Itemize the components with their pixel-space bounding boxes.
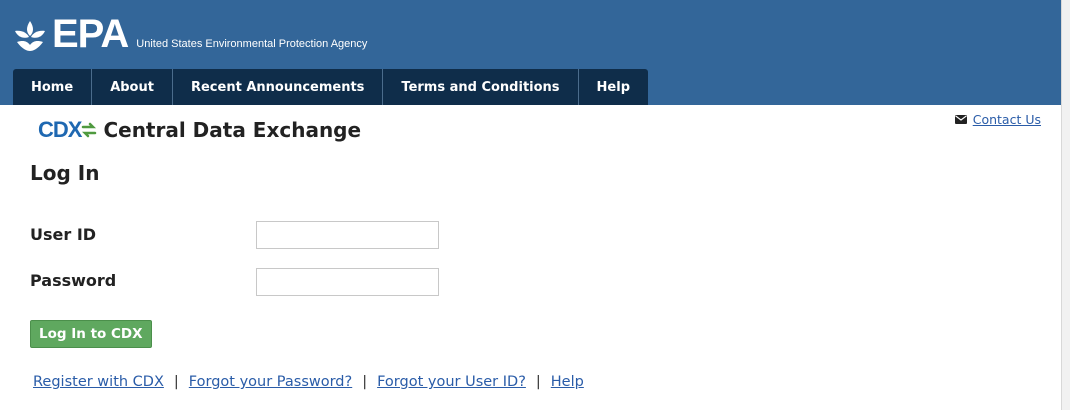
site-header: EPA United States Environmental Protecti…	[0, 0, 1061, 105]
envelope-icon	[954, 115, 967, 124]
nav-item-recent-announcements[interactable]: Recent Announcements	[173, 69, 384, 105]
help-links: Register with CDX | Forgot your Password…	[33, 374, 584, 390]
user-id-label: User ID	[30, 225, 97, 244]
cdx-branding: CDX Central Data Exchange	[38, 117, 362, 143]
epa-logo-text: EPA	[52, 12, 129, 56]
password-input[interactable]	[256, 268, 439, 296]
link-separator: |	[173, 374, 179, 390]
register-link[interactable]: Register with CDX	[33, 374, 164, 390]
nav-item-home[interactable]: Home	[13, 69, 93, 105]
cdx-logo-mark: CDX	[38, 117, 82, 142]
link-separator: |	[535, 374, 541, 390]
login-button[interactable]: Log In to CDX	[30, 320, 152, 348]
nav-item-terms-and-conditions[interactable]: Terms and Conditions	[383, 69, 579, 105]
epa-flower-icon	[15, 21, 45, 51]
page-frame: EPA United States Environmental Protecti…	[0, 0, 1062, 410]
main-nav: Home About Recent Announcements Terms an…	[13, 69, 649, 105]
contact-us-link[interactable]: Contact Us	[973, 112, 1041, 127]
nav-item-help[interactable]: Help	[579, 69, 648, 105]
forgot-user-id-link[interactable]: Forgot your User ID?	[377, 374, 526, 390]
nav-item-about[interactable]: About	[92, 69, 173, 105]
agency-name: United States Environmental Protection A…	[136, 38, 368, 50]
forgot-password-link[interactable]: Forgot your Password?	[189, 374, 352, 390]
cdx-arrows-icon	[82, 122, 97, 138]
user-id-input[interactable]	[256, 221, 439, 249]
help-link[interactable]: Help	[551, 374, 584, 390]
password-label: Password	[30, 271, 117, 290]
app-title: Central Data Exchange	[103, 118, 362, 142]
login-heading: Log In	[30, 161, 100, 185]
link-separator: |	[362, 374, 368, 390]
epa-logo[interactable]: EPA United States Environmental Protecti…	[12, 8, 367, 54]
contact-us: Contact Us	[954, 112, 1041, 127]
